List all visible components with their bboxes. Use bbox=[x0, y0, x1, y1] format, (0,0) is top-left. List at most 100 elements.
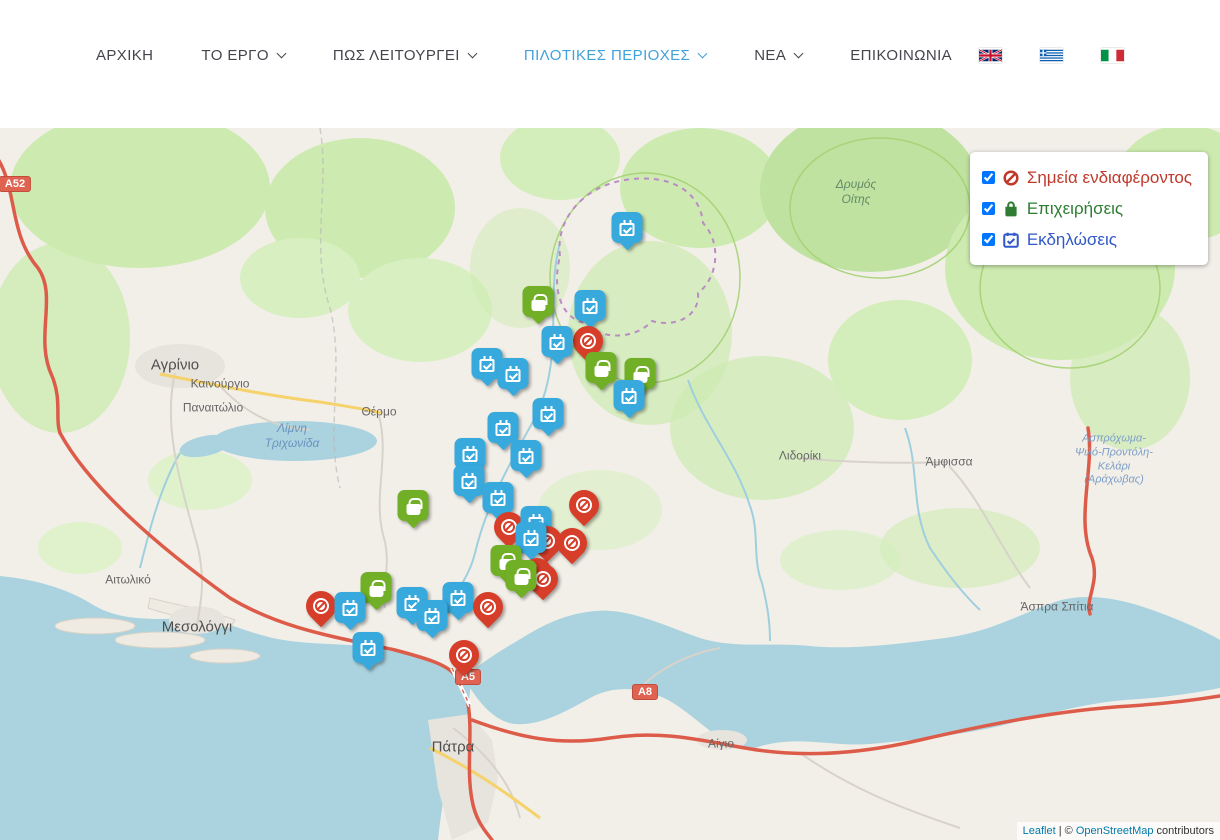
shopping-bag-icon bbox=[594, 366, 608, 377]
calendar-icon bbox=[506, 369, 521, 382]
event-marker[interactable] bbox=[498, 358, 529, 398]
circle-slash-icon bbox=[480, 599, 496, 615]
calendar-icon bbox=[480, 359, 495, 372]
place-label: Αιτωλικό bbox=[105, 573, 151, 588]
business-marker[interactable] bbox=[523, 286, 554, 326]
legend-item-business[interactable]: Επιχειρήσεις bbox=[982, 193, 1192, 224]
language-switcher bbox=[979, 48, 1124, 63]
road-badge: Α8 bbox=[632, 684, 658, 700]
road-badge: Α52 bbox=[0, 176, 31, 192]
circle-slash-icon bbox=[564, 535, 580, 551]
event-marker[interactable] bbox=[335, 592, 366, 632]
poi-marker[interactable] bbox=[473, 592, 503, 626]
place-label: Πάτρα bbox=[432, 739, 475, 758]
event-marker[interactable] bbox=[353, 632, 384, 672]
events-calendar-icon bbox=[1002, 231, 1020, 249]
event-marker[interactable] bbox=[511, 440, 542, 480]
greek-flag[interactable] bbox=[1040, 48, 1063, 63]
legend-item-events[interactable]: Εκδηλώσεις bbox=[982, 224, 1192, 255]
calendar-icon bbox=[620, 223, 635, 236]
attribution-separator: | © bbox=[1056, 825, 1076, 837]
place-label: Θέρμο bbox=[361, 405, 396, 420]
calendar-icon bbox=[343, 603, 358, 616]
place-label: Λίμνη Τριχωνίδα bbox=[265, 421, 320, 451]
calendar-icon bbox=[524, 533, 539, 546]
business-marker[interactable] bbox=[398, 490, 429, 530]
place-label: Αγρίνιο bbox=[151, 357, 199, 376]
calendar-icon bbox=[463, 449, 478, 462]
circle-slash-icon bbox=[456, 647, 472, 663]
place-label: Αίγιο bbox=[708, 737, 734, 752]
osm-link[interactable]: OpenStreetMap bbox=[1076, 825, 1154, 837]
legend-label-events: Εκδηλώσεις bbox=[1027, 224, 1117, 255]
calendar-icon bbox=[541, 409, 556, 422]
nav-item-project[interactable]: ΤΟ ΕΡΓΟ bbox=[201, 47, 284, 64]
place-label: Άμφισσα bbox=[925, 455, 972, 470]
layers-legend: Σημεία ενδιαφέροντος Επιχειρήσεις bbox=[970, 152, 1208, 265]
place-label: Καινούργιο bbox=[191, 377, 250, 392]
circle-slash-icon bbox=[580, 333, 596, 349]
legend-label-business: Επιχειρήσεις bbox=[1027, 193, 1123, 224]
calendar-icon bbox=[361, 643, 376, 656]
circle-slash-icon bbox=[313, 598, 329, 614]
poi-icon bbox=[1002, 169, 1020, 187]
calendar-icon bbox=[519, 451, 534, 464]
site-header: ΑΡΧΙΚΗ ΤΟ ΕΡΓΟ ΠΩΣ ΛΕΙΤΟΥΡΓΕΙ ΠΙΛΟΤΙΚΕΣ … bbox=[0, 0, 1220, 128]
circle-slash-icon bbox=[576, 497, 592, 513]
place-label: Άσπρα Σπίτια bbox=[1021, 600, 1094, 615]
place-label: Παναιτώλιο bbox=[183, 401, 243, 416]
business-marker[interactable] bbox=[586, 352, 617, 392]
place-label: Λιδορίκι bbox=[779, 449, 821, 464]
legend-checkbox-poi[interactable] bbox=[982, 171, 995, 184]
poi-marker[interactable] bbox=[449, 640, 479, 674]
map[interactable]: ΑγρίνιοΚαινούργιο Παναιτώλιο Λίμνη Τριχωνί… bbox=[0, 128, 1220, 840]
italian-flag[interactable] bbox=[1101, 48, 1124, 63]
calendar-icon bbox=[425, 611, 440, 624]
shopping-bag-icon bbox=[369, 586, 383, 597]
calendar-icon bbox=[451, 593, 466, 606]
poi-marker[interactable] bbox=[569, 490, 599, 524]
calendar-icon bbox=[491, 493, 506, 506]
leaflet-link[interactable]: Leaflet bbox=[1023, 825, 1056, 837]
nav-item-home[interactable]: ΑΡΧΙΚΗ bbox=[96, 47, 153, 64]
nav-item-news[interactable]: ΝΕΑ bbox=[754, 47, 802, 64]
shopping-bag-icon bbox=[406, 504, 420, 515]
event-marker[interactable] bbox=[542, 326, 573, 366]
poi-marker[interactable] bbox=[306, 591, 336, 625]
nav-item-contact[interactable]: ΕΠΙΚΟΙΝΩΝΙΑ bbox=[850, 47, 952, 64]
event-marker[interactable] bbox=[417, 600, 448, 640]
place-label: Ασπρόχωμα- Ψιλό-Προντόλη- Κελάρι (Αράχωβ… bbox=[1075, 433, 1153, 488]
nav-item-how-it-works[interactable]: ΠΩΣ ΛΕΙΤΟΥΡΓΕΙ bbox=[333, 47, 476, 64]
business-bag-icon bbox=[1002, 200, 1020, 218]
chevron-down-icon bbox=[467, 48, 477, 58]
place-label: Δρυμός Οίτης bbox=[836, 177, 877, 207]
shopping-bag-icon bbox=[531, 300, 545, 311]
event-marker[interactable] bbox=[612, 212, 643, 252]
legend-item-poi[interactable]: Σημεία ενδιαφέροντος bbox=[982, 162, 1192, 193]
nav-menu: ΑΡΧΙΚΗ ΤΟ ΕΡΓΟ ΠΩΣ ΛΕΙΤΟΥΡΓΕΙ ΠΙΛΟΤΙΚΕΣ … bbox=[96, 47, 952, 64]
event-marker[interactable] bbox=[454, 465, 485, 505]
event-marker[interactable] bbox=[575, 290, 606, 330]
calendar-icon bbox=[622, 391, 637, 404]
map-attribution: Leaflet | © OpenStreetMap contributors bbox=[1017, 822, 1220, 840]
event-marker[interactable] bbox=[614, 380, 645, 420]
legend-checkbox-business[interactable] bbox=[982, 202, 995, 215]
nav-item-pilot-areas[interactable]: ΠΙΛΟΤΙΚΕΣ ΠΕΡΙΟΧΕΣ bbox=[524, 47, 706, 64]
legend-label-poi: Σημεία ενδιαφέροντος bbox=[1027, 162, 1192, 193]
attribution-suffix: contributors bbox=[1153, 825, 1214, 837]
chevron-down-icon bbox=[276, 48, 286, 58]
calendar-icon bbox=[462, 476, 477, 489]
circle-slash-icon bbox=[535, 571, 551, 587]
calendar-icon bbox=[550, 337, 565, 350]
calendar-icon bbox=[496, 423, 511, 436]
shopping-bag-icon bbox=[514, 574, 528, 585]
place-label: Μεσολόγγι bbox=[162, 619, 232, 638]
chevron-down-icon bbox=[794, 48, 804, 58]
calendar-icon bbox=[583, 301, 598, 314]
legend-checkbox-events[interactable] bbox=[982, 233, 995, 246]
poi-marker[interactable] bbox=[557, 528, 587, 562]
business-marker[interactable] bbox=[506, 560, 537, 600]
english-flag[interactable] bbox=[979, 48, 1002, 63]
chevron-down-icon bbox=[698, 48, 708, 58]
event-marker[interactable] bbox=[533, 398, 564, 438]
